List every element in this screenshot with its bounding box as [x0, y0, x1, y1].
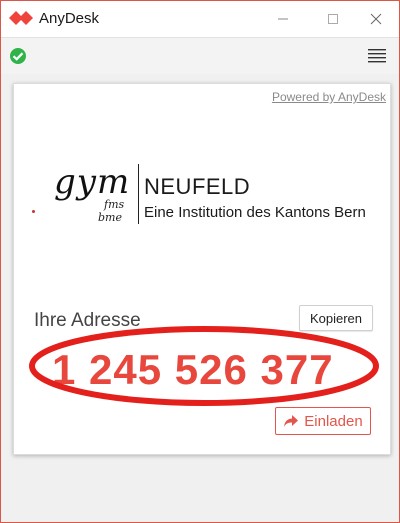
address-label: Ihre Adresse: [34, 310, 141, 331]
close-button[interactable]: [353, 1, 399, 37]
school-name: NEUFELD: [144, 174, 251, 199]
invite-label: Einladen: [304, 412, 363, 430]
address-card: Powered by AnyDesk gym fms bme NEUFELD E…: [13, 83, 391, 455]
maximize-icon: [328, 14, 338, 24]
anydesk-logo-icon: [9, 11, 33, 25]
invite-button[interactable]: Einladen: [275, 407, 371, 435]
minimize-icon: [278, 18, 288, 20]
school-logo: gym fms bme NEUFELD Eine Institution des…: [32, 162, 382, 232]
anydesk-address[interactable]: 1 245 526 377: [52, 346, 334, 394]
check-circle-icon: [10, 48, 26, 64]
toolbar: [1, 37, 399, 74]
app-title: AnyDesk: [39, 10, 100, 27]
logo-divider: [138, 164, 139, 224]
logo-wordmark: gym: [54, 162, 131, 202]
hamburger-menu-icon[interactable]: [367, 48, 387, 64]
title-bar: AnyDesk: [1, 1, 399, 37]
logo-fms: fms: [104, 198, 125, 211]
minimize-button[interactable]: [260, 1, 306, 37]
maximize-button[interactable]: [310, 1, 356, 37]
powered-by-link[interactable]: Powered by AnyDesk: [272, 90, 386, 104]
close-icon: [370, 13, 382, 25]
red-dot: [32, 210, 35, 213]
copy-button[interactable]: Kopieren: [299, 305, 373, 331]
logo-bme: bme: [98, 211, 122, 224]
share-arrow-icon: [284, 415, 299, 427]
school-subtitle: Eine Institution des Kantons Bern: [144, 204, 366, 221]
anydesk-window: AnyDesk Powered by AnyDesk gym fms bme N…: [0, 0, 400, 523]
